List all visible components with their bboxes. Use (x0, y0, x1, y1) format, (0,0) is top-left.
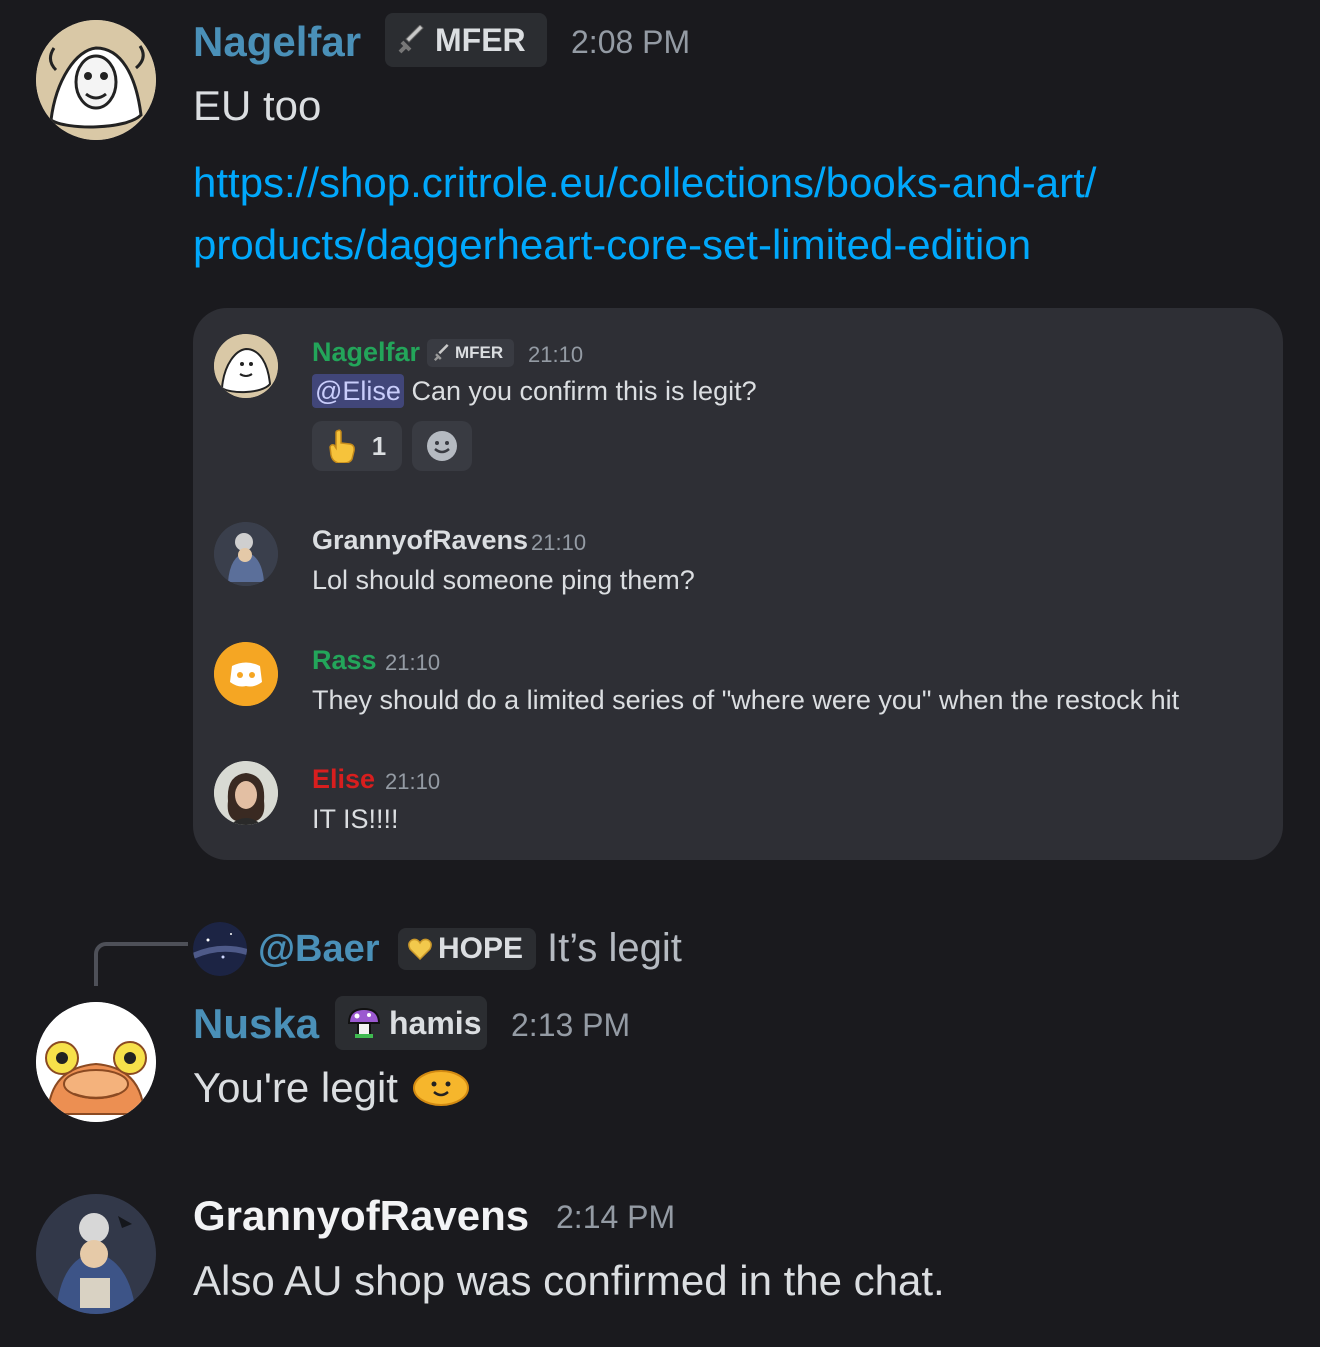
role-tag[interactable]: HOPE (398, 928, 536, 970)
reply-avatar[interactable] (193, 922, 247, 976)
frog-icon (36, 1002, 156, 1122)
avatar (214, 522, 278, 586)
author-name[interactable]: Nuska (193, 1000, 319, 1048)
role-tag-label: MFER (435, 21, 526, 58)
role-tag[interactable]: MFER (385, 13, 547, 67)
author-name: GrannyofRavens (312, 525, 529, 555)
message-body: Can you confirm this is legit? (411, 376, 757, 406)
message-text: EU too (193, 82, 322, 129)
role-tag-label: MFER (455, 343, 504, 362)
link-line-1[interactable]: https://shop.critrole.eu/collections/boo… (193, 152, 1096, 214)
author-name: Elise (312, 764, 376, 794)
timestamp: 21:10 (385, 769, 441, 794)
avatar[interactable] (36, 20, 156, 140)
avatar[interactable] (36, 1002, 156, 1122)
timestamp: 21:10 (528, 342, 584, 367)
sword-icon (433, 344, 451, 362)
author-name: Nagelfar (312, 337, 421, 367)
role-tag: MFER (427, 339, 514, 367)
timestamp: 21:10 (531, 530, 587, 555)
author-name[interactable]: GrannyofRavens (193, 1192, 529, 1240)
avatar (214, 642, 278, 706)
reply-preview-text[interactable]: It’s legit (547, 926, 682, 971)
smiley-icon (426, 430, 458, 462)
message-text: IT IS!!!! (312, 804, 399, 834)
author-name[interactable]: Nagelfar (193, 18, 361, 66)
avatar (214, 334, 278, 398)
reaction-button: 1 (312, 421, 402, 471)
role-tag[interactable]: hamis (335, 996, 487, 1050)
avatar[interactable] (36, 1194, 156, 1314)
message-link[interactable]: https://shop.critrole.eu/collections/boo… (193, 152, 1096, 276)
add-reaction-button (412, 421, 472, 471)
avatar (214, 761, 278, 825)
timestamp: 2:08 PM (571, 24, 691, 60)
reaction-count: 1 (371, 430, 387, 461)
heart-icon (408, 938, 432, 960)
role-tag-label: HOPE (438, 932, 524, 965)
timestamp: 2:14 PM (556, 1199, 676, 1235)
message-body: You're legit (193, 1064, 398, 1111)
link-line-2[interactable]: products/daggerheart-core-set-limited-ed… (193, 214, 1096, 276)
pointing-hand-icon (328, 429, 358, 463)
reply-spine (94, 942, 188, 986)
reply-author[interactable]: @Baer (258, 928, 380, 971)
message-text: You're legit (193, 1062, 470, 1114)
timestamp: 21:10 (385, 650, 441, 675)
sword-icon (397, 25, 427, 55)
message-text: Also AU shop was confirmed in the chat. (193, 1257, 945, 1304)
blush-emoji-icon (412, 1068, 470, 1108)
message-text: They should do a limited series of "wher… (312, 685, 1180, 715)
timestamp: 2:13 PM (511, 1007, 631, 1043)
message-text: Lol should someone ping them? (312, 565, 695, 595)
message-text: @Elise Can you confirm this is legit? (312, 374, 757, 408)
user-mention: @Elise (312, 374, 404, 408)
mushroom-icon (347, 1007, 381, 1039)
role-tag-label: hamis (389, 1004, 482, 1041)
author-name: Rass (312, 645, 377, 675)
